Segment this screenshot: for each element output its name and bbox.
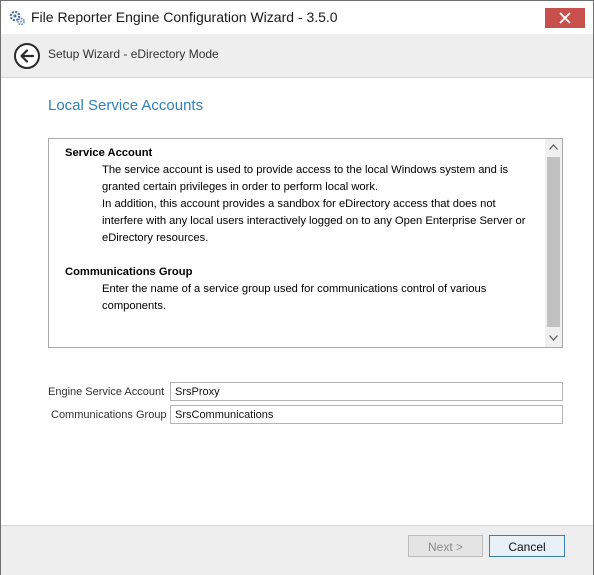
communications-group-label: Communications Group xyxy=(51,409,167,421)
scroll-thumb[interactable] xyxy=(547,157,560,327)
scroll-down-button[interactable] xyxy=(545,330,562,347)
next-button[interactable]: Next > xyxy=(408,535,483,557)
wizard-header: Setup Wizard - eDirectory Mode xyxy=(1,34,593,78)
section-heading: Communications Group xyxy=(65,266,193,278)
back-button[interactable] xyxy=(13,42,41,70)
chevron-up-icon xyxy=(549,144,558,150)
back-arrow-icon xyxy=(14,43,40,69)
section-paragraph: Enter the name of a service group used f… xyxy=(102,283,487,312)
page-title: Local Service Accounts xyxy=(48,97,204,114)
chevron-down-icon xyxy=(549,335,558,341)
description-text: Service Account The service account is u… xyxy=(65,145,539,315)
cancel-button[interactable]: Cancel xyxy=(489,535,565,557)
communications-group-input[interactable] xyxy=(170,405,563,424)
window-title: File Reporter Engine Configuration Wizar… xyxy=(31,9,338,25)
vertical-scrollbar[interactable] xyxy=(545,139,562,347)
close-icon xyxy=(559,12,571,24)
wizard-footer: Next > Cancel xyxy=(1,525,593,575)
title-bar[interactable]: File Reporter Engine Configuration Wizar… xyxy=(1,1,593,33)
wizard-subtitle: Setup Wizard - eDirectory Mode xyxy=(48,47,219,61)
section-heading: Service Account xyxy=(65,147,153,159)
scroll-up-button[interactable] xyxy=(545,139,562,156)
close-button[interactable] xyxy=(545,8,585,28)
section-paragraph: The service account is used to provide a… xyxy=(102,164,509,193)
section-paragraph: In addition, this account provides a san… xyxy=(102,198,526,244)
description-panel[interactable]: Service Account The service account is u… xyxy=(48,138,563,348)
engine-service-account-label: Engine Service Account xyxy=(48,386,165,398)
wizard-window: File Reporter Engine Configuration Wizar… xyxy=(0,0,594,575)
gears-icon xyxy=(9,9,26,26)
engine-service-account-input[interactable] xyxy=(170,382,563,401)
